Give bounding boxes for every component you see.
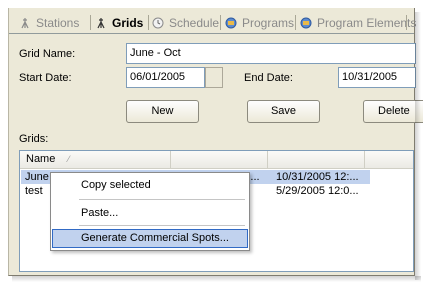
end-date-input[interactable]: 10/31/2005 bbox=[338, 67, 416, 88]
menu-item-copy-selected[interactable]: Copy selected bbox=[52, 176, 248, 195]
cell-end: 5/29/2005 12:0... bbox=[276, 185, 359, 197]
tab-separator bbox=[406, 15, 407, 30]
tab-programs[interactable]: Programs bbox=[225, 12, 294, 34]
column-header-label: Name bbox=[26, 153, 56, 165]
cell-end: 10/31/2005 12:... bbox=[276, 171, 359, 183]
grid-name-label: Grid Name: bbox=[19, 48, 76, 60]
menu-separator bbox=[79, 225, 245, 226]
save-button[interactable]: Save bbox=[247, 100, 320, 123]
tab-separator bbox=[148, 15, 149, 30]
start-date-label: Start Date: bbox=[19, 72, 72, 84]
new-button[interactable]: New bbox=[126, 100, 199, 123]
column-header-name[interactable]: Name ⁄ bbox=[20, 151, 171, 169]
tab-separator bbox=[90, 15, 91, 30]
context-menu: Copy selected Paste... Generate Commerci… bbox=[50, 172, 250, 251]
column-header-2[interactable] bbox=[171, 151, 268, 169]
clock-icon bbox=[152, 17, 164, 29]
tab-program-elements[interactable]: Program Elements bbox=[300, 12, 416, 34]
film-icon bbox=[300, 17, 312, 29]
tab-grids[interactable]: Grids bbox=[95, 12, 143, 34]
list-header: Name ⁄ bbox=[20, 151, 413, 169]
grid-name-input[interactable]: June - Oct bbox=[126, 43, 416, 64]
film-icon bbox=[225, 17, 237, 29]
window-shadow bbox=[12, 276, 421, 282]
tab-label: Grids bbox=[112, 16, 144, 30]
tab-label: Schedule bbox=[169, 16, 220, 30]
grids-window: Stations Grids Schedule Programs Program… bbox=[8, 8, 423, 276]
sort-icon: ⁄ bbox=[68, 154, 70, 164]
grids-label: Grids: bbox=[19, 133, 49, 145]
delete-button[interactable]: Delete bbox=[363, 100, 423, 123]
tab-strip: Stations Grids Schedule Programs Program… bbox=[9, 8, 416, 34]
tab-label: Stations bbox=[36, 16, 80, 30]
start-date-picker-button[interactable] bbox=[205, 67, 223, 88]
start-date-input[interactable]: 06/01/2005 bbox=[126, 67, 205, 88]
tab-stations[interactable]: Stations bbox=[19, 12, 79, 34]
tab-schedule[interactable]: Schedule bbox=[152, 12, 219, 34]
window-shadow bbox=[415, 12, 421, 280]
tab-label: Program Elements bbox=[317, 16, 417, 30]
end-date-label: End Date: bbox=[244, 72, 293, 84]
menu-item-generate-commercial-spots[interactable]: Generate Commercial Spots... bbox=[52, 229, 248, 248]
menu-separator bbox=[79, 199, 245, 200]
antenna-icon bbox=[95, 17, 107, 29]
menu-item-paste[interactable]: Paste... bbox=[52, 204, 248, 223]
tab-separator bbox=[295, 15, 296, 30]
column-header-3[interactable] bbox=[268, 151, 365, 169]
antenna-icon bbox=[19, 17, 31, 29]
tab-label: Programs bbox=[242, 16, 295, 30]
tab-separator bbox=[220, 15, 221, 30]
